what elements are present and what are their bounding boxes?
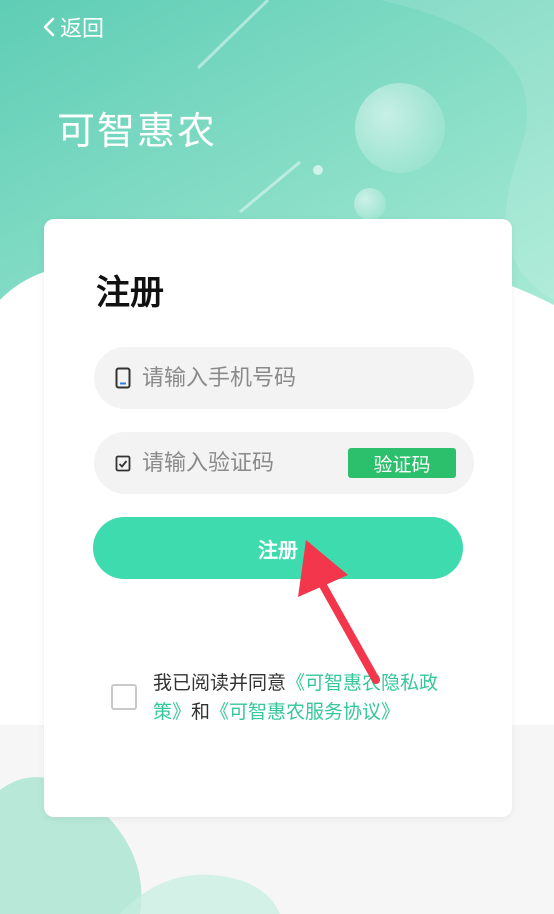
register-button[interactable]: 注册 bbox=[93, 517, 463, 579]
check-square-icon bbox=[114, 452, 132, 474]
page-title: 注册 bbox=[96, 273, 164, 313]
agreement-joiner: 和 bbox=[191, 701, 211, 723]
app-title: 可智惠农 bbox=[57, 109, 218, 153]
code-input[interactable] bbox=[142, 450, 342, 476]
register-card: 注册 验证码 注册 我已阅读并同意《可智惠农隐私政策》和《可智惠农服务协议》 bbox=[44, 219, 512, 817]
red-arrow-icon bbox=[298, 540, 380, 684]
agreement-prefix: 我已阅读并同意 bbox=[153, 672, 287, 694]
chevron-left-icon bbox=[43, 17, 55, 37]
phone-input[interactable] bbox=[142, 365, 342, 391]
service-agreement-link[interactable]: 《可智惠农服务协议》 bbox=[210, 701, 400, 723]
get-code-button[interactable]: 验证码 bbox=[348, 448, 456, 478]
agree-checkbox[interactable] bbox=[111, 684, 137, 710]
code-field: 验证码 bbox=[94, 432, 474, 494]
phone-icon bbox=[114, 367, 132, 389]
back-label: 返回 bbox=[60, 17, 105, 42]
back-button[interactable]: 返回 bbox=[42, 12, 104, 42]
phone-field bbox=[94, 347, 474, 409]
